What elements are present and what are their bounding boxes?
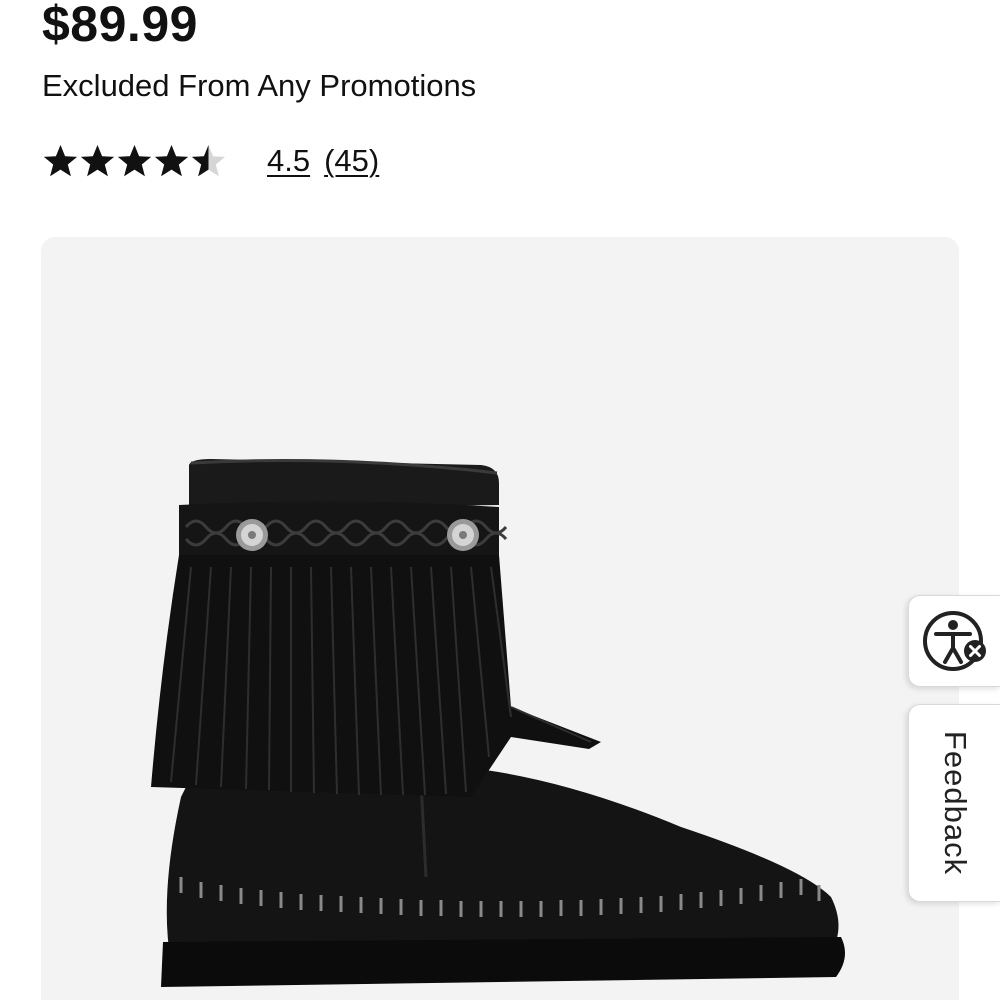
review-count-link[interactable]: (45) [324,141,379,181]
product-price: $89.99 [42,0,198,52]
accessibility-button[interactable] [908,595,1000,687]
concho-right [447,519,479,551]
product-image-container[interactable] [41,237,959,1000]
star-icon [154,145,189,177]
accessibility-person-icon [923,611,986,671]
star-icon [191,145,226,177]
rating-value-link[interactable]: 4.5 [267,141,310,181]
feedback-label: Feedback [938,730,973,876]
star-icon [80,145,115,177]
star-icon [43,145,78,177]
product-detail-page: $89.99 Excluded From Any Promotions 4.5 … [0,0,1000,1000]
concho-left [236,519,268,551]
product-image [151,459,845,987]
promotion-exclusion-note: Excluded From Any Promotions [42,68,477,103]
star-icon [117,145,152,177]
rating-summary: 4.5 (45) [42,138,379,184]
star-rating [42,143,227,179]
feedback-button[interactable]: Feedback [908,704,1000,902]
